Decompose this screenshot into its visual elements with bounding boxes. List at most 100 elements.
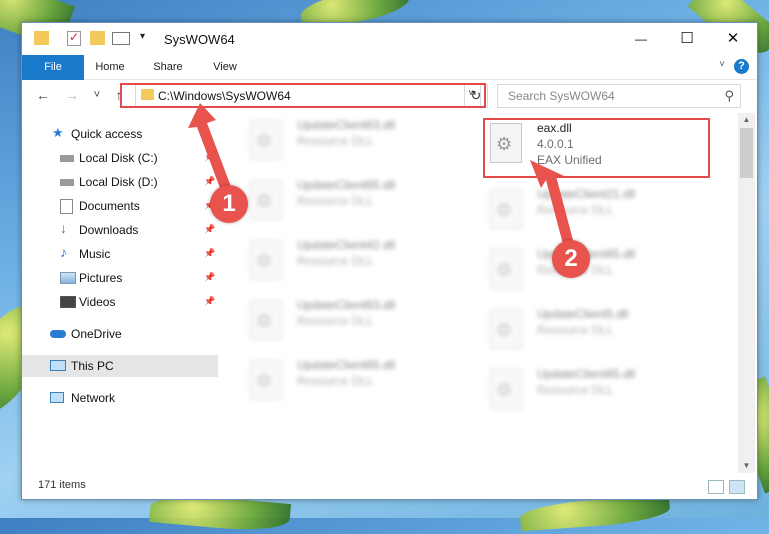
help-icon[interactable]: ? <box>734 59 749 74</box>
dll-file-icon: ⚙ <box>250 300 282 340</box>
ribbon-tabs: File Home Share View ˅ ? <box>22 55 757 107</box>
dll-file-icon: ⚙ <box>250 240 282 280</box>
list-item[interactable]: ⚙ UpdateClient65.dll Resource DLL <box>242 176 472 228</box>
file-type: Resource DLL <box>297 314 374 328</box>
minimize-button[interactable]: — <box>618 23 664 55</box>
properties-icon[interactable]: ✓ <box>67 30 81 46</box>
details-view-icon[interactable] <box>708 480 724 494</box>
tab-share[interactable]: Share <box>146 55 190 79</box>
file-name: UpdateClient63.dll <box>297 118 396 132</box>
search-placeholder: Search SysWOW64 <box>508 89 615 103</box>
folder-icon <box>34 31 49 45</box>
file-type: Resource DLL <box>297 374 374 388</box>
dll-file-icon: ⚙ <box>490 249 522 289</box>
pin-icon[interactable]: 📌 <box>204 176 215 187</box>
dll-file-icon: ⚙ <box>250 360 282 400</box>
scroll-up-icon[interactable]: ▲ <box>738 113 755 127</box>
file-name: UpdateClient42.dll <box>297 238 396 252</box>
navigation-bar: ← → ˅ ↑ C:\Windows\SysWOW64 ˅ ↻ Search S… <box>22 80 757 112</box>
sidebar-item-network[interactable]: Network <box>22 387 218 409</box>
sidebar-item-pictures[interactable]: Pictures 📌 <box>22 267 218 289</box>
list-item[interactable]: ⚙ UpdateClient65.dll Resource DLL <box>482 365 712 417</box>
search-icon: ⚲ <box>724 88 734 103</box>
sidebar-item-local-disk-d[interactable]: Local Disk (D:) 📌 <box>22 171 218 193</box>
file-name: UpdateClient63.dll <box>297 298 396 312</box>
drive-icon <box>60 155 74 162</box>
sidebar-item-label: Documents <box>79 199 140 213</box>
close-button[interactable]: ✕ <box>710 23 756 55</box>
back-button[interactable]: ← <box>34 86 52 104</box>
sidebar-item-label: OneDrive <box>71 327 122 341</box>
pin-icon[interactable]: 📌 <box>204 296 215 307</box>
sidebar-item-label: Network <box>71 391 116 405</box>
network-icon <box>50 392 64 403</box>
file-type: Resource DLL <box>297 254 374 268</box>
vertical-scrollbar[interactable]: ▲ ▼ <box>738 113 755 473</box>
file-name: UpdateClient21.dll <box>537 187 636 201</box>
list-item[interactable]: ⚙ UpdateClient21.dll Resource DLL <box>482 185 712 237</box>
list-item[interactable]: ⚙ UpdateClient65.dll Resource DLL <box>482 245 712 297</box>
file-name: UpdateClient65.dll <box>537 367 636 381</box>
explorer-window: ✓ ▾ SysWOW64 — ☐ ✕ File Home Share View … <box>21 22 758 500</box>
sidebar-item-label: Local Disk (D:) <box>79 175 158 189</box>
file-highlight <box>483 118 710 178</box>
scroll-down-icon[interactable]: ▼ <box>738 459 755 473</box>
item-count: 171 items <box>38 479 86 491</box>
videos-icon <box>60 296 76 308</box>
sidebar-item-documents[interactable]: Documents 📌 <box>22 195 218 217</box>
scrollbar-thumb[interactable] <box>740 128 753 178</box>
file-type: Resource DLL <box>297 194 374 208</box>
new-folder-icon[interactable] <box>90 31 105 45</box>
pin-icon[interactable]: 📌 <box>204 248 215 259</box>
file-name: UpdateClient65.dll <box>297 358 396 372</box>
list-item[interactable]: ⚙ UpdateClient63.dll Resource DLL <box>242 116 472 168</box>
recent-locations-button[interactable]: ˅ <box>88 86 106 104</box>
leaf-decoration <box>519 494 671 532</box>
download-icon: ↓ <box>60 220 67 236</box>
sidebar-item-videos[interactable]: Videos 📌 <box>22 291 218 313</box>
forward-button[interactable]: → <box>63 86 81 104</box>
sidebar-item-onedrive[interactable]: OneDrive <box>22 323 218 345</box>
list-item[interactable]: ⚙ UpdateClient63.dll Resource DLL <box>242 296 472 348</box>
sidebar-item-downloads[interactable]: ↓ Downloads 📌 <box>22 219 218 241</box>
sidebar-item-label: Videos <box>79 295 116 309</box>
title-bar: ✓ ▾ SysWOW64 — ☐ ✕ <box>22 23 757 55</box>
large-icons-view-icon[interactable] <box>729 480 745 494</box>
sidebar-item-label: Music <box>79 247 111 261</box>
pictures-icon <box>60 272 76 284</box>
dll-file-icon: ⚙ <box>490 369 522 409</box>
sidebar-item-music[interactable]: ♪ Music 📌 <box>22 243 218 265</box>
file-list: ⚙ UpdateClient63.dll Resource DLL ⚙ Upda… <box>227 113 737 473</box>
customize-toolbar-icon[interactable] <box>112 32 130 45</box>
file-type: Resource DLL <box>537 323 614 337</box>
file-name: UpdateClient5.dll <box>537 307 629 321</box>
drive-icon <box>60 179 74 186</box>
pin-icon[interactable]: 📌 <box>204 224 215 235</box>
sidebar-item-label: This PC <box>71 359 114 373</box>
file-type: Resource DLL <box>537 383 614 397</box>
sidebar-item-local-disk-c[interactable]: Local Disk (C:) 📌 <box>22 147 218 169</box>
pin-icon[interactable]: 📌 <box>204 152 215 163</box>
file-name: UpdateClient65.dll <box>297 178 396 192</box>
list-item[interactable]: ⚙ UpdateClient5.dll Resource DLL <box>482 305 712 357</box>
computer-icon <box>50 360 66 371</box>
music-icon: ♪ <box>60 244 67 260</box>
cloud-icon <box>50 330 66 338</box>
sidebar-item-this-pc[interactable]: This PC <box>22 355 218 377</box>
expand-ribbon-icon[interactable]: ˅ <box>719 59 725 70</box>
tab-home[interactable]: Home <box>88 55 132 79</box>
maximize-button[interactable]: ☐ <box>664 23 710 55</box>
search-input[interactable]: Search SysWOW64 ⚲ <box>497 84 741 108</box>
sidebar-item-label: Downloads <box>79 223 139 237</box>
dll-file-icon: ⚙ <box>250 120 282 160</box>
toolbar-dropdown-icon[interactable]: ▾ <box>140 31 145 42</box>
documents-icon <box>60 199 73 214</box>
pin-icon[interactable]: 📌 <box>204 272 215 283</box>
sidebar-item-label: Quick access <box>71 127 143 141</box>
sidebar-item-quick-access[interactable]: ★ Quick access <box>22 123 218 145</box>
list-item[interactable]: ⚙ UpdateClient65.dll Resource DLL <box>242 356 472 408</box>
list-item[interactable]: ⚙ UpdateClient42.dll Resource DLL <box>242 236 472 288</box>
dll-file-icon: ⚙ <box>250 180 282 220</box>
star-icon: ★ <box>52 125 64 140</box>
tab-view[interactable]: View <box>203 55 247 79</box>
